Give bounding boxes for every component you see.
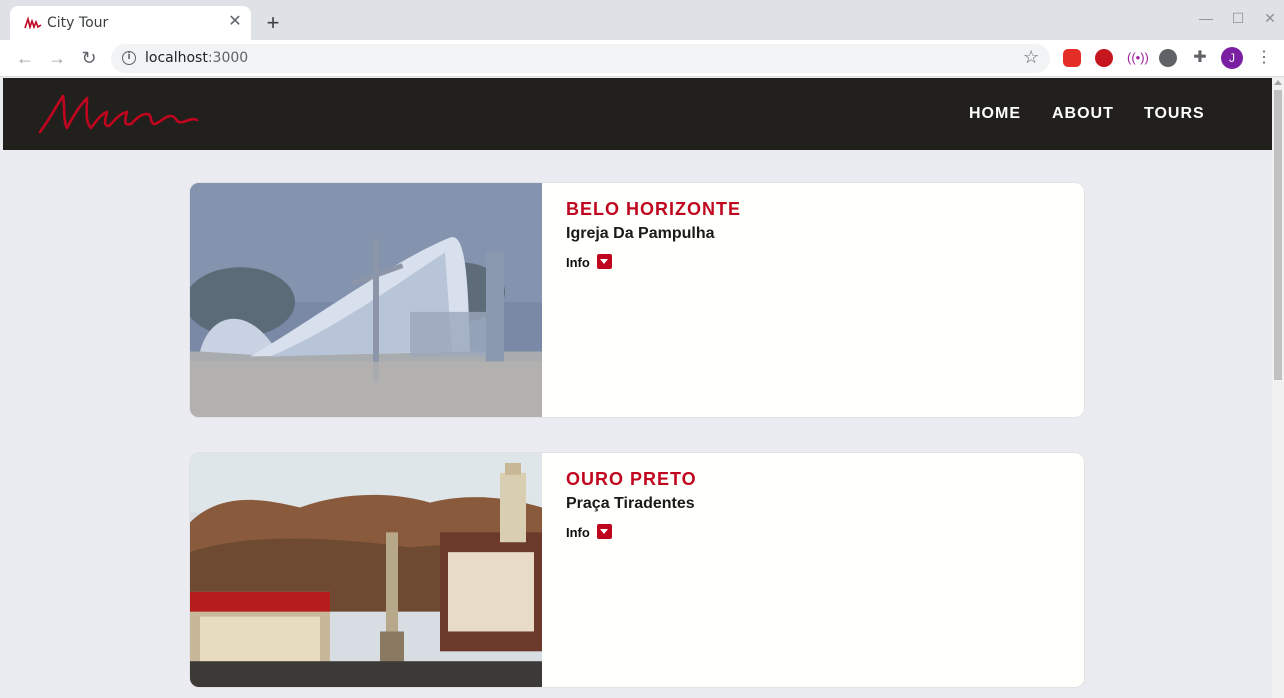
tour-card: OURO PRETO Praça Tiradentes Info [189, 452, 1085, 688]
site-navbar: HOME ABOUT TOURS [3, 78, 1272, 150]
tour-info-label[interactable]: Info [566, 525, 590, 540]
page-viewport: HOME ABOUT TOURS BELO HORIZONTE Igreja D… [3, 78, 1272, 698]
window-close-icon[interactable]: ✕ [1260, 10, 1280, 27]
address-bar[interactable]: i localhost:3000 ☆ [111, 44, 1050, 73]
browser-menu-icon[interactable]: ⋮ [1256, 47, 1272, 69]
profile-avatar[interactable]: J [1221, 47, 1243, 69]
tour-city: BELO HORIZONTE [566, 199, 741, 219]
tour-city: OURO PRETO [566, 469, 697, 489]
youtube-ext-icon[interactable] [1063, 49, 1081, 67]
ouro-preto-square-image [190, 453, 542, 687]
adblock-icon[interactable] [1095, 49, 1113, 67]
minas-logo[interactable] [37, 90, 199, 136]
reload-icon[interactable]: ↻ [78, 47, 100, 69]
browser-toolbar: ← → ↻ i localhost:3000 ☆ ((•)) ✚ J ⋮ [0, 40, 1284, 77]
tab-title: City Tour [47, 15, 109, 31]
minas-favicon-icon [24, 16, 42, 30]
tour-info-label[interactable]: Info [566, 255, 590, 270]
tab-close-icon[interactable]: ✕ [225, 12, 245, 32]
back-arrow-icon[interactable]: ← [14, 47, 36, 69]
broadcast-icon[interactable]: ((•)) [1127, 49, 1149, 67]
page-scrollbar[interactable] [1272, 78, 1284, 698]
nav-about-link[interactable]: ABOUT [1052, 105, 1114, 123]
minimize-icon[interactable]: — [1196, 10, 1216, 26]
tour-name: Praça Tiradentes [566, 495, 695, 512]
url-text[interactable]: localhost:3000 [145, 50, 248, 66]
nav-home-link[interactable]: HOME [969, 105, 1021, 123]
new-tab-button[interactable]: + [262, 12, 284, 34]
caret-down-icon[interactable] [597, 524, 612, 539]
tour-name: Igreja Da Pampulha [566, 225, 715, 242]
bookmark-star-icon[interactable]: ☆ [1023, 47, 1039, 68]
forward-arrow-icon[interactable]: → [46, 47, 68, 69]
maximize-icon[interactable]: ☐ [1228, 10, 1248, 27]
tour-card: BELO HORIZONTE Igreja Da Pampulha Info [189, 182, 1085, 418]
site-info-icon[interactable]: i [122, 51, 136, 65]
tab-strip: City Tour ✕ + — ☐ ✕ [0, 0, 1284, 40]
glasses-icon[interactable] [1159, 49, 1177, 67]
scroll-up-arrow-icon[interactable] [1274, 80, 1282, 85]
pampulha-church-image [190, 183, 542, 417]
caret-down-icon[interactable] [597, 254, 612, 269]
puzzle-icon[interactable]: ✚ [1191, 49, 1209, 67]
scroll-thumb[interactable] [1274, 90, 1282, 380]
nav-tours-link[interactable]: TOURS [1144, 105, 1205, 123]
tab-city-tour[interactable]: City Tour ✕ [10, 6, 251, 40]
